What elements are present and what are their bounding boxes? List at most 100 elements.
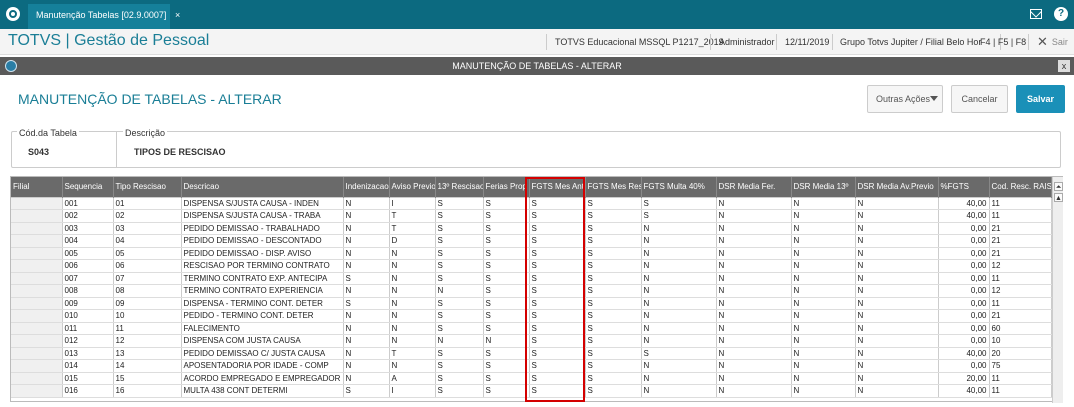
table-cell[interactable]: N — [791, 309, 856, 323]
table-cell[interactable]: S — [585, 297, 642, 310]
table-cell[interactable]: 015 — [62, 372, 114, 385]
table-cell[interactable]: 10 — [989, 334, 1052, 348]
table-cell[interactable]: 0,00 — [938, 284, 990, 298]
table-cell[interactable]: S — [435, 247, 484, 260]
table-cell[interactable]: APOSENTADORIA POR IDADE - COMP — [181, 359, 344, 373]
user-label[interactable]: Administrador — [719, 37, 775, 47]
cod-tabela-field[interactable]: S043 — [28, 147, 49, 157]
table-cell[interactable]: N — [716, 297, 792, 310]
table-cell[interactable]: N — [855, 347, 939, 360]
table-cell[interactable]: 40,00 — [938, 196, 990, 210]
table-cell[interactable]: 0,00 — [938, 259, 990, 273]
table-cell[interactable]: N — [435, 284, 484, 298]
table-cell[interactable]: 20 — [989, 347, 1052, 360]
table-cell[interactable]: 011 — [62, 322, 114, 335]
table-cell[interactable] — [11, 272, 63, 285]
table-cell[interactable]: S — [483, 272, 530, 285]
table-cell[interactable]: 07 — [113, 272, 182, 285]
table-cell[interactable]: 10 — [113, 309, 182, 323]
table-cell[interactable]: S — [483, 247, 530, 260]
table-cell[interactable]: S — [585, 347, 642, 360]
table-cell[interactable]: N — [716, 222, 792, 235]
table-cell[interactable]: S — [585, 334, 642, 348]
tab-close-icon[interactable]: × — [175, 10, 180, 20]
table-cell[interactable] — [11, 359, 63, 373]
table-cell[interactable]: S — [435, 322, 484, 335]
table-cell[interactable]: S — [435, 347, 484, 360]
table-cell[interactable]: S — [585, 247, 642, 260]
table-cell[interactable]: N — [791, 222, 856, 235]
table-cell[interactable]: PEDIDO DEMISSAO - DISP. AVISO — [181, 247, 344, 260]
table-cell[interactable]: S — [585, 322, 642, 335]
table-cell[interactable]: 05 — [113, 247, 182, 260]
table-cell[interactable]: N — [855, 359, 939, 373]
table-cell[interactable]: 0,00 — [938, 334, 990, 348]
table-cell[interactable]: N — [791, 234, 856, 248]
table-cell[interactable]: N — [855, 322, 939, 335]
table-cell[interactable]: FALECIMENTO — [181, 322, 344, 335]
table-cell[interactable]: N — [791, 247, 856, 260]
table-cell[interactable] — [11, 209, 63, 223]
column-header[interactable]: Aviso Previo — [389, 177, 436, 197]
table-cell[interactable]: N — [716, 209, 792, 223]
table-cell[interactable]: N — [389, 272, 436, 285]
table-cell[interactable]: 21 — [989, 247, 1052, 260]
table-cell[interactable]: ACORDO EMPREGADO E EMPREGADOR — [181, 372, 344, 385]
table-cell[interactable]: DISPENSA - TERMINO CONT. DETER — [181, 297, 344, 310]
table-cell[interactable]: 01 — [113, 196, 182, 210]
table-cell[interactable]: S — [435, 297, 484, 310]
table-cell[interactable]: N — [716, 334, 792, 348]
table-cell[interactable]: DISPENSA S/JUSTA CAUSA - INDEN — [181, 196, 344, 210]
table-cell[interactable] — [11, 309, 63, 323]
table-cell[interactable]: 0,00 — [938, 272, 990, 285]
table-cell[interactable]: 014 — [62, 359, 114, 373]
table-cell[interactable]: N — [389, 309, 436, 323]
table-cell[interactable]: N — [791, 322, 856, 335]
table-cell[interactable]: 12 — [113, 334, 182, 348]
save-button[interactable]: Salvar — [1016, 85, 1065, 113]
table-cell[interactable]: S — [483, 284, 530, 298]
column-header[interactable]: DSR Media 13º — [791, 177, 856, 197]
table-cell[interactable]: 20,00 — [938, 372, 990, 385]
table-cell[interactable]: S — [585, 196, 642, 210]
table-cell[interactable]: S — [435, 259, 484, 273]
table-cell[interactable] — [11, 196, 63, 210]
table-cell[interactable]: N — [855, 284, 939, 298]
table-cell[interactable]: S — [343, 272, 390, 285]
branch-label[interactable]: Grupo Totvs Jupiter / Filial Belo Hor — [840, 37, 981, 47]
table-cell[interactable]: 0,00 — [938, 222, 990, 235]
table-cell[interactable]: 11 — [989, 297, 1052, 310]
table-cell[interactable]: N — [855, 309, 939, 323]
table-cell[interactable] — [11, 284, 63, 298]
table-cell[interactable]: I — [389, 196, 436, 210]
table-cell[interactable]: N — [791, 272, 856, 285]
table-cell[interactable]: RESCISAO POR TERMINO CONTRATO — [181, 259, 344, 273]
table-cell[interactable]: N — [389, 322, 436, 335]
table-cell[interactable]: N — [343, 209, 390, 223]
cancel-button[interactable]: Cancelar — [951, 85, 1008, 113]
table-cell[interactable]: I — [389, 384, 436, 398]
column-header[interactable]: FGTS Multa 40% — [641, 177, 717, 197]
table-cell[interactable]: T — [389, 209, 436, 223]
column-header[interactable]: Sequencia — [62, 177, 114, 197]
table-cell[interactable]: S — [435, 209, 484, 223]
table-cell[interactable]: 09 — [113, 297, 182, 310]
table-cell[interactable]: 012 — [62, 334, 114, 348]
table-cell[interactable]: N — [389, 247, 436, 260]
table-cell[interactable]: N — [716, 309, 792, 323]
table-cell[interactable]: N — [389, 284, 436, 298]
table-cell[interactable]: 11 — [989, 196, 1052, 210]
table-cell[interactable]: N — [343, 309, 390, 323]
table-cell[interactable]: 13 — [113, 347, 182, 360]
table-cell[interactable] — [11, 259, 63, 273]
table-cell[interactable]: N — [855, 196, 939, 210]
table-cell[interactable]: S — [435, 384, 484, 398]
table-cell[interactable]: N — [343, 259, 390, 273]
table-cell[interactable]: 010 — [62, 309, 114, 323]
table-cell[interactable]: 21 — [989, 222, 1052, 235]
table-cell[interactable]: N — [716, 372, 792, 385]
table-cell[interactable]: N — [855, 334, 939, 348]
table-cell[interactable]: 21 — [989, 309, 1052, 323]
table-cell[interactable]: 006 — [62, 259, 114, 273]
table-cell[interactable]: N — [716, 247, 792, 260]
